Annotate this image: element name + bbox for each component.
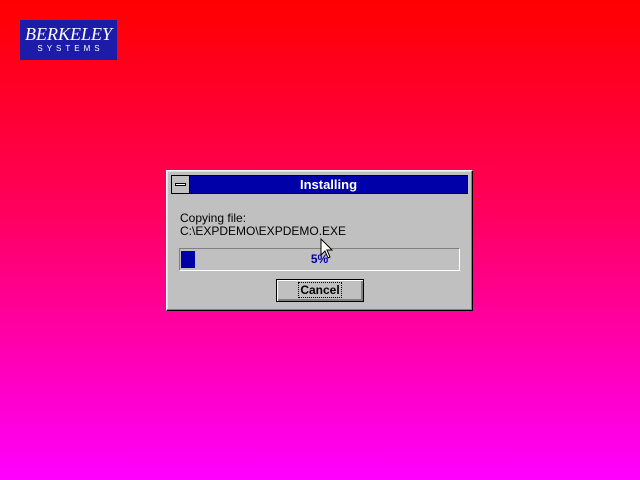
cancel-button-label: Cancel [298,282,342,298]
copying-file-label: Copying file: [180,211,247,225]
dialog-title: Installing [299,177,358,192]
dialog-titlebar[interactable]: Installing [171,175,468,194]
logo-line-2: SYSTEMS [37,44,104,53]
file-path-text: C:\EXPDEMO\EXPDEMO.EXE [180,224,347,238]
logo-line-1: BERKELEY [24,24,112,44]
system-menu-icon[interactable] [172,176,190,193]
berkeley-systems-logo: BERKELEY SYSTEMS [20,20,117,60]
arrow-cursor-icon [320,238,334,259]
system-menu-bar [175,183,186,186]
cancel-button[interactable]: Cancel [276,279,364,302]
